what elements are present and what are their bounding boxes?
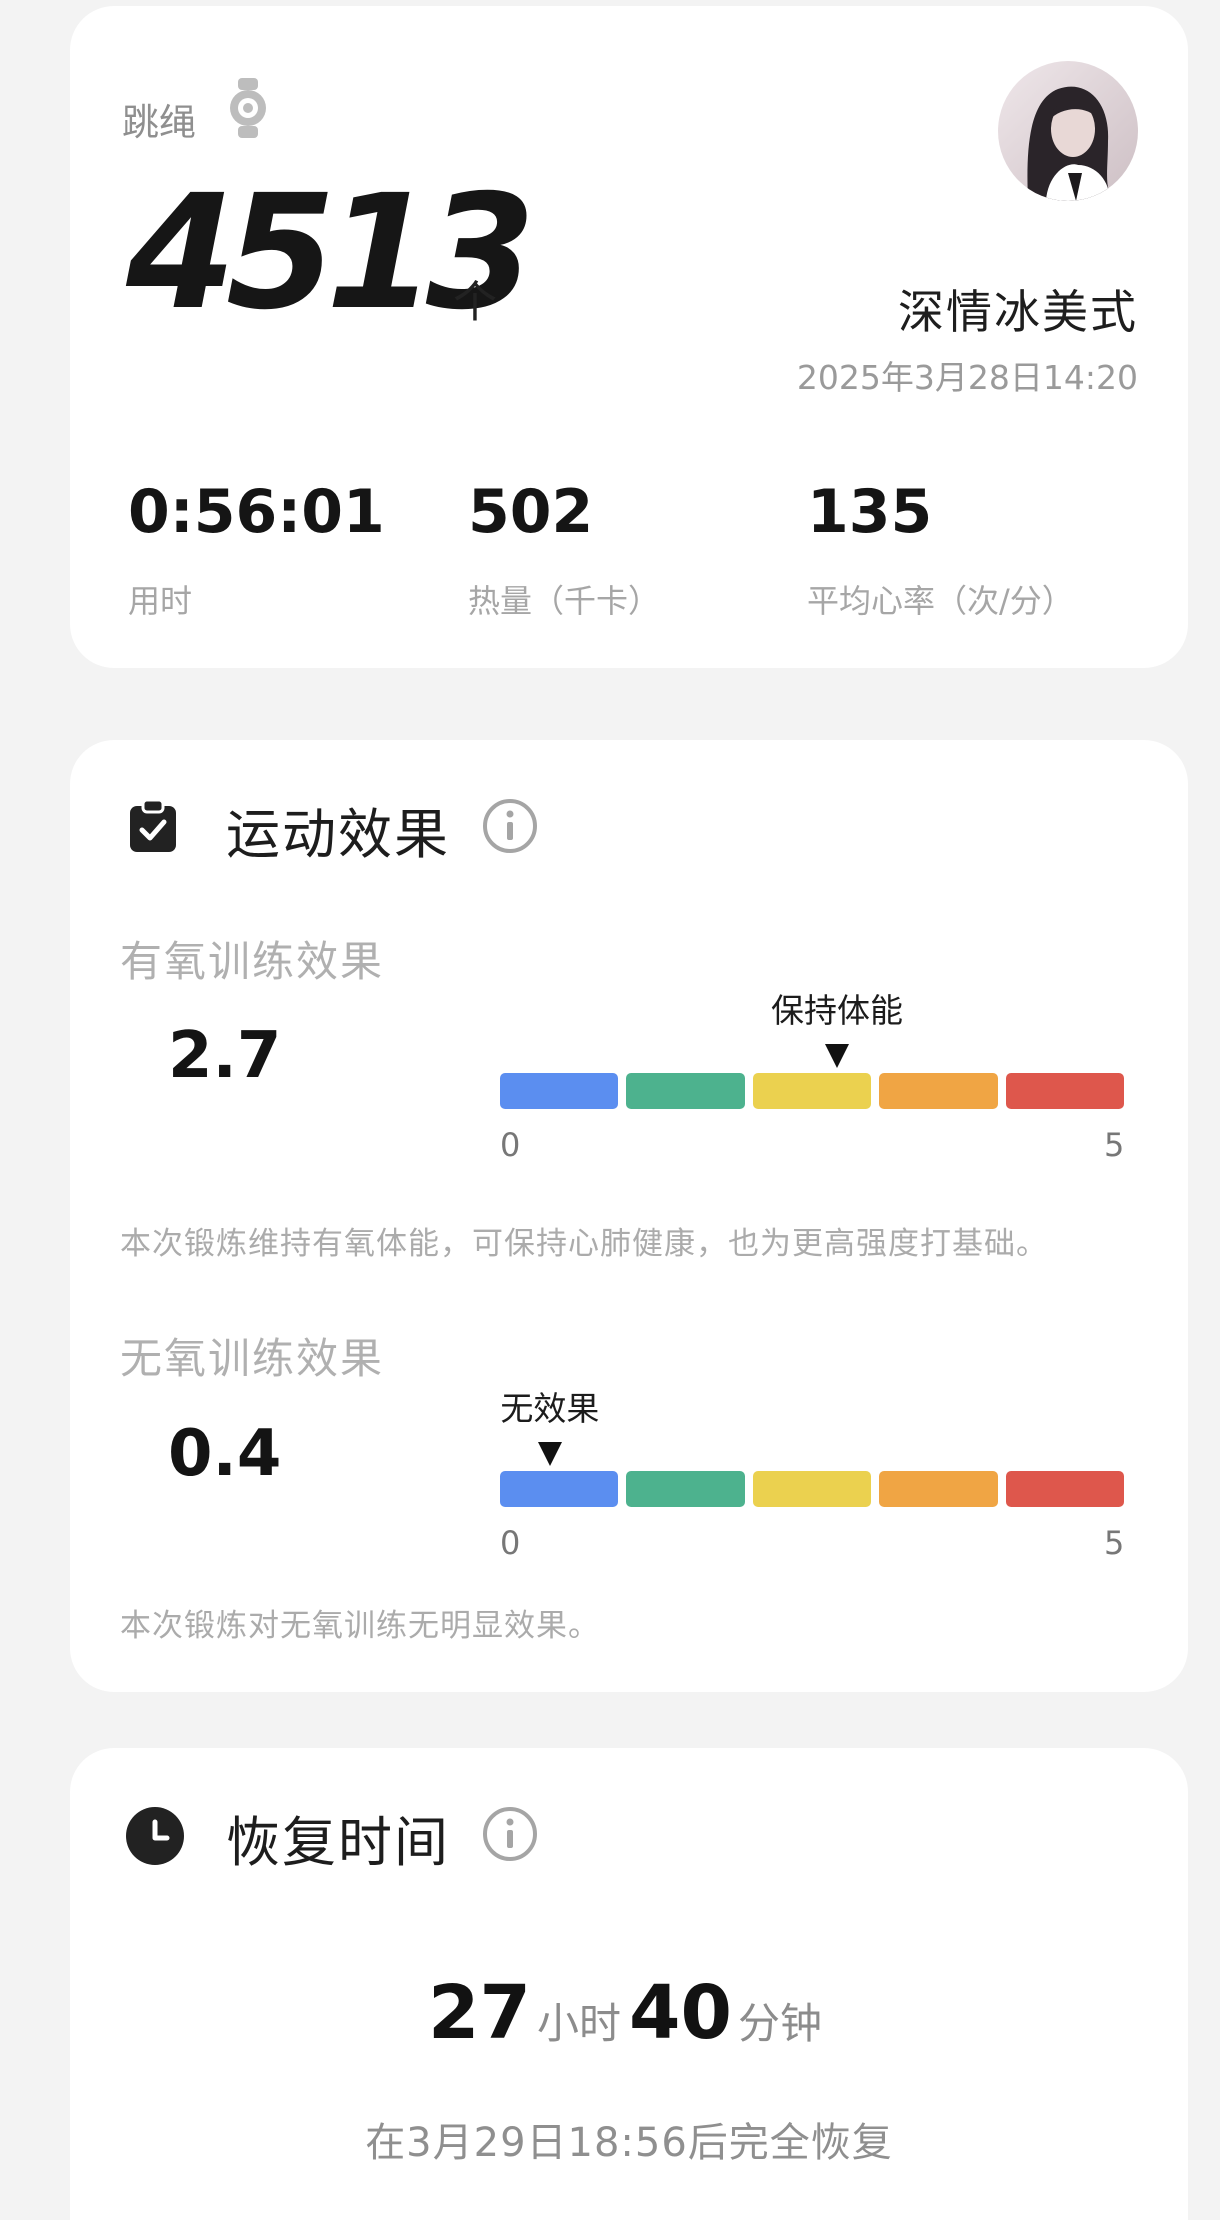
effect-title: 运动效果 [226,803,450,866]
aerobic-bar [500,1073,1125,1109]
anaerobic-scale-max: 5 [1104,1524,1125,1562]
anaerobic-score: 0.4 [168,1417,282,1491]
aerobic-marker [824,1044,849,1068]
info-icon[interactable] [482,1806,538,1862]
recovery-card: 恢复时间 27 小时 40 分钟 在3月29日18:56后完全恢复 [70,1748,1188,2220]
recovery-title: 恢复时间 [226,1811,450,1874]
recovery-note: 在3月29日18:56后完全恢复 [365,2120,893,2166]
recovery-minutes: 40 [629,1970,732,2056]
aerobic-score: 2.7 [168,1019,282,1093]
heart-rate-value: 135 [807,477,933,547]
info-icon[interactable] [482,798,538,854]
bar-segment-1 [500,1471,619,1507]
watch-icon [230,78,266,138]
user-name: 深情冰美式 [898,285,1138,339]
bar-segment-2 [626,1073,745,1109]
recovery-duration: 27 小时 40 分钟 [70,1970,1188,2056]
aerobic-description: 本次锻炼维持有氧体能，可保持心肺健康，也为更高强度打基础。 [120,1226,1048,1262]
bar-segment-2 [626,1471,745,1507]
duration-value: 0:56:01 [128,477,385,547]
record-time: 2025年3月28日14:20 [796,358,1138,397]
anaerobic-title: 无氧训练效果 [120,1334,385,1383]
bar-segment-1 [500,1073,619,1109]
aerobic-title: 有氧训练效果 [120,937,385,986]
aerobic-scale-max: 5 [1104,1126,1125,1164]
aerobic-level-label: 保持体能 [770,991,903,1030]
anaerobic-scale-min: 0 [500,1524,521,1562]
page: 跳绳 4513 个 深情冰美式 2025年3月28日14:20 0:56:01 … [0,0,1220,2220]
bar-segment-5 [1005,1073,1125,1109]
bar-segment-3 [752,1471,872,1507]
bar-segment-4 [879,1471,998,1507]
anaerobic-marker [537,1442,562,1466]
anaerobic-level-label: 无效果 [500,1389,600,1428]
aerobic-scale-min: 0 [500,1126,521,1164]
recovery-hours-unit: 小时 [536,1999,621,2048]
clipboard-check-icon [130,798,176,852]
reps-unit: 个 [453,277,497,328]
recovery-hours: 27 [428,1970,531,2056]
anaerobic-description: 本次锻炼对无氧训练无明显效果。 [120,1608,600,1644]
heart-rate-label: 平均心率（次/分） [807,582,1074,620]
calories-value: 502 [468,477,594,547]
sport-name: 跳绳 [122,101,196,144]
training-effect-card: 运动效果 有氧训练效果 2.7 保持体能 0 5 本次锻炼维持有氧体能，可保持心… [70,740,1188,1692]
avatar[interactable] [998,61,1138,201]
bar-segment-5 [1005,1471,1125,1507]
bar-segment-3 [752,1073,872,1109]
clock-icon [126,1807,184,1865]
avatar-image [998,61,1138,201]
calories-label: 热量（千卡） [468,582,661,620]
anaerobic-bar [500,1471,1125,1507]
bar-segment-4 [879,1073,998,1109]
recovery-minutes-unit: 分钟 [737,1999,822,2048]
workout-summary-card: 跳绳 4513 个 深情冰美式 2025年3月28日14:20 0:56:01 … [70,6,1188,668]
duration-label: 用时 [128,582,193,620]
